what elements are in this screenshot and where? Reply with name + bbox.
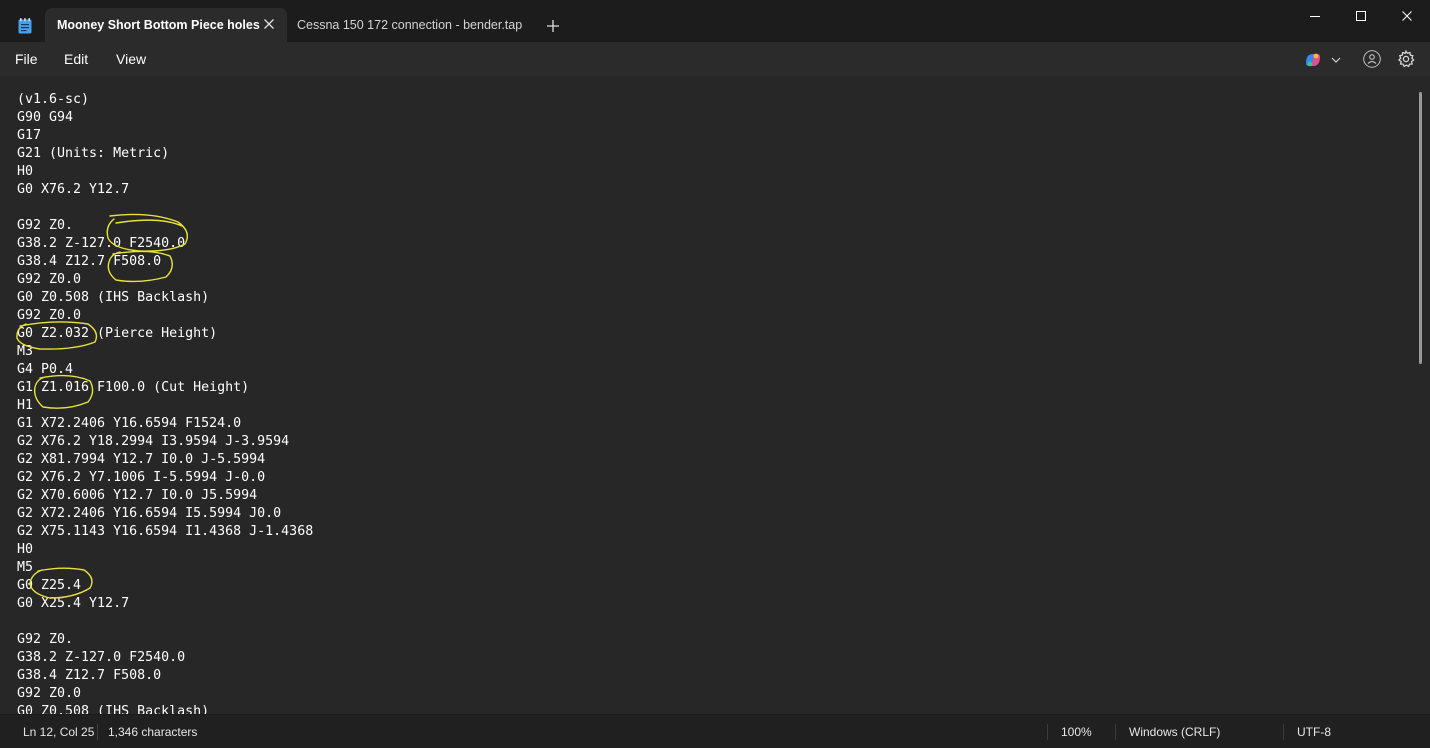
notepad-icon [18, 18, 32, 34]
cursor-position: Ln 12, Col 25 [23, 725, 95, 739]
tab-label: Cessna 150 172 connection - bender.tap [297, 18, 523, 32]
minimize-button[interactable] [1292, 0, 1338, 32]
tab-label: Mooney Short Bottom Piece holes [57, 18, 260, 32]
status-divider [1283, 724, 1284, 740]
menu-edit[interactable]: Edit [64, 51, 88, 67]
encoding[interactable]: UTF-8 [1297, 725, 1331, 739]
status-bar: Ln 12, Col 25 1,346 characters 100% Wind… [0, 714, 1430, 748]
tab-mooney-short-bottom-piece-holes[interactable]: Mooney Short Bottom Piece holes [45, 8, 287, 42]
maximize-icon [1356, 11, 1366, 21]
status-divider [1047, 724, 1048, 740]
copilot-icon [1306, 53, 1341, 67]
zoom-level[interactable]: 100% [1061, 725, 1092, 739]
gear-icon[interactable] [1396, 49, 1416, 69]
title-bar: Mooney Short Bottom Piece holes Cessna 1… [0, 0, 1430, 42]
status-divider [1115, 724, 1116, 740]
editor-content[interactable]: (v1.6-sc) G90 G94 G17 G21 (Units: Metric… [17, 91, 313, 714]
minimize-icon [1310, 16, 1320, 17]
close-icon[interactable] [263, 18, 275, 30]
text-editor[interactable]: (v1.6-sc) G90 G94 G17 G21 (Units: Metric… [0, 76, 1430, 714]
copilot-button[interactable] [1303, 50, 1347, 70]
plus-icon[interactable] [545, 18, 561, 34]
menu-bar: File Edit View [0, 42, 1430, 76]
close-window-button[interactable] [1384, 0, 1430, 32]
character-count: 1,346 characters [108, 725, 198, 739]
maximize-button[interactable] [1338, 0, 1384, 32]
account-icon[interactable] [1363, 50, 1381, 68]
vertical-scrollbar[interactable] [1419, 92, 1422, 364]
line-ending[interactable]: Windows (CRLF) [1129, 725, 1220, 739]
close-icon [1402, 11, 1412, 21]
menu-view[interactable]: View [116, 51, 146, 67]
menu-file[interactable]: File [15, 51, 38, 67]
tab-cessna-150-172-connection[interactable]: Cessna 150 172 connection - bender.tap [287, 8, 532, 42]
status-divider [97, 724, 98, 740]
